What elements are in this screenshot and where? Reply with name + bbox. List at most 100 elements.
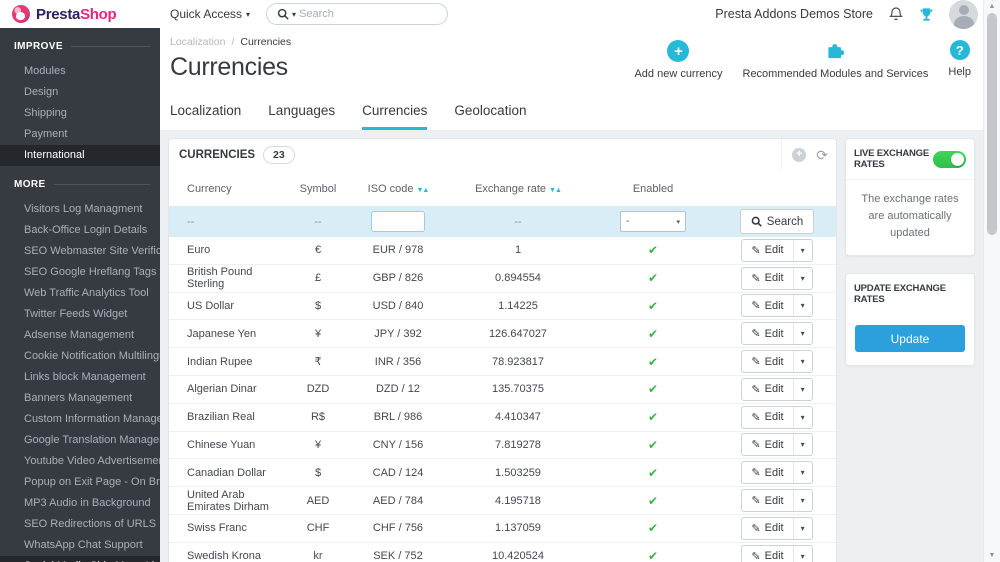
enabled-check-icon[interactable]: ✔: [648, 382, 658, 396]
sidebar-item[interactable]: Web Traffic Analytics Tool: [0, 283, 160, 304]
enabled-check-icon[interactable]: ✔: [648, 438, 658, 452]
enabled-check-icon[interactable]: ✔: [648, 549, 658, 562]
enabled-check-icon[interactable]: ✔: [648, 521, 658, 535]
notifications-bell-icon[interactable]: [888, 6, 904, 22]
sort-arrows-icon[interactable]: ▼▲: [417, 187, 430, 194]
scrollbar-up-icon[interactable]: ▲: [984, 3, 1000, 10]
sort-arrows-icon[interactable]: ▼▲: [549, 187, 562, 194]
live-rates-toggle[interactable]: [933, 150, 966, 168]
table-row: Swiss Franc CHF CHF / 756 1.137059 ✔ ✎ E…: [169, 515, 836, 543]
enabled-check-icon[interactable]: ✔: [648, 494, 658, 508]
tab[interactable]: Geolocation: [454, 103, 526, 130]
edit-dropdown-toggle[interactable]: ▾: [792, 462, 812, 484]
edit-dropdown-toggle[interactable]: ▾: [792, 434, 812, 456]
enabled-check-icon[interactable]: ✔: [648, 271, 658, 285]
edit-dropdown-toggle[interactable]: ▾: [792, 267, 812, 289]
tab[interactable]: Localization: [170, 103, 241, 130]
edit-split-button: ✎ Edit ▾: [741, 350, 813, 374]
sidebar-item[interactable]: Visitors Log Managment: [0, 199, 160, 220]
sidebar-item[interactable]: SEO Webmaster Site Verification: [0, 241, 160, 262]
prestashop-logo[interactable]: PrestaShop: [0, 5, 160, 23]
tab[interactable]: Currencies: [362, 103, 428, 130]
update-button[interactable]: Update: [855, 325, 965, 353]
sidebar-item[interactable]: Google Translation Management: [0, 430, 160, 451]
sidebar-item[interactable]: Cookie Notification Multilingual: [0, 346, 160, 367]
edit-dropdown-toggle[interactable]: ▾: [792, 490, 812, 512]
sidebar-item[interactable]: Links block Management: [0, 367, 160, 388]
store-name[interactable]: Presta Addons Demos Store: [715, 7, 873, 21]
sidebar-item[interactable]: Adsense Management: [0, 325, 160, 346]
edit-button[interactable]: ✎ Edit: [742, 351, 792, 372]
edit-button[interactable]: ✎ Edit: [742, 462, 792, 483]
enabled-check-icon[interactable]: ✔: [648, 327, 658, 341]
sidebar-item[interactable]: Popup on Exit Page - On Brows...: [0, 472, 160, 493]
global-search-input[interactable]: [299, 8, 438, 20]
enabled-check-icon[interactable]: ✔: [648, 243, 658, 257]
search-scope-caret-icon[interactable]: ▾: [292, 10, 296, 19]
edit-button[interactable]: ✎ Edit: [742, 240, 792, 261]
search-icon[interactable]: [277, 8, 289, 20]
table-search-button[interactable]: Search: [739, 209, 815, 234]
edit-dropdown-toggle[interactable]: ▾: [792, 406, 812, 428]
edit-button[interactable]: ✎ Edit: [742, 295, 792, 316]
edit-dropdown-toggle[interactable]: ▾: [792, 323, 812, 345]
sidebar-item[interactable]: Modules: [0, 61, 160, 82]
panel-refresh-icon[interactable]: ⟳: [816, 148, 828, 162]
sidebar-item[interactable]: Shipping: [0, 103, 160, 124]
iso-code-filter-input[interactable]: [371, 211, 425, 232]
sidebar-item[interactable]: MP3 Audio in Background: [0, 493, 160, 514]
edit-button[interactable]: ✎ Edit: [742, 546, 792, 562]
currency-iso-code: SEK / 752: [373, 550, 423, 562]
sidebar-item[interactable]: Design: [0, 82, 160, 103]
tab[interactable]: Languages: [268, 103, 335, 130]
enabled-check-icon[interactable]: ✔: [648, 466, 658, 480]
edit-button[interactable]: ✎ Edit: [742, 518, 792, 539]
edit-button[interactable]: ✎ Edit: [742, 407, 792, 428]
edit-dropdown-toggle[interactable]: ▾: [792, 295, 812, 317]
sidebar-item[interactable]: Banners Management: [0, 388, 160, 409]
edit-button[interactable]: ✎ Edit: [742, 323, 792, 344]
sidebar-item[interactable]: SEO Redirections of URLS: [0, 514, 160, 535]
currency-symbol: £: [314, 272, 322, 285]
enabled-filter-select[interactable]: - ▾: [620, 211, 686, 232]
sidebar-item[interactable]: International: [0, 145, 160, 166]
sidebar-section-improve: IMPROVE: [0, 28, 160, 61]
sidebar-item[interactable]: Payment: [0, 124, 160, 145]
enabled-check-icon[interactable]: ✔: [648, 299, 658, 313]
edit-dropdown-toggle[interactable]: ▾: [792, 378, 812, 400]
edit-dropdown-toggle[interactable]: ▾: [792, 517, 812, 539]
live-exchange-rates-card: LIVE EXCHANGE RATES The exchange rates a…: [845, 138, 975, 257]
panel-add-icon[interactable]: +: [792, 147, 807, 162]
add-new-currency-button[interactable]: + Add new currency: [634, 40, 723, 80]
sidebar-item[interactable]: Youtube Video Advertisement: [0, 451, 160, 472]
sidebar-item[interactable]: Custom Information Managem...: [0, 409, 160, 430]
edit-dropdown-toggle[interactable]: ▾: [792, 239, 812, 261]
sidebar-item[interactable]: SEO Google Hreflang Tags for ...: [0, 262, 160, 283]
table-row: Euro € EUR / 978 1 ✔ ✎ Edit ▾: [169, 237, 836, 265]
breadcrumb-parent[interactable]: Localization: [170, 36, 225, 48]
edit-dropdown-toggle[interactable]: ▾: [792, 545, 812, 562]
recommended-modules-button[interactable]: Recommended Modules and Services: [743, 40, 928, 80]
page-scrollbar[interactable]: ▲ ▼: [983, 0, 1000, 562]
column-header-exchange-rate[interactable]: Exchange rate ▼▲: [448, 183, 588, 195]
currency-symbol: DZD: [306, 383, 330, 396]
sidebar-item[interactable]: Twitter Feeds Widget: [0, 304, 160, 325]
edit-button[interactable]: ✎ Edit: [742, 434, 792, 455]
sidebar-item[interactable]: WhatsApp Chat Support: [0, 535, 160, 556]
edit-dropdown-toggle[interactable]: ▾: [792, 351, 812, 373]
quick-access-menu[interactable]: Quick Access ▾: [170, 7, 250, 21]
scrollbar-thumb[interactable]: [987, 13, 997, 235]
trophy-icon[interactable]: [919, 7, 934, 22]
sidebar-item[interactable]: Back-Office Login Details: [0, 220, 160, 241]
user-avatar[interactable]: [949, 0, 978, 29]
enabled-check-icon[interactable]: ✔: [648, 355, 658, 369]
edit-button[interactable]: ✎ Edit: [742, 490, 792, 511]
edit-button[interactable]: ✎ Edit: [742, 268, 792, 289]
edit-button[interactable]: ✎ Edit: [742, 379, 792, 400]
scrollbar-down-icon[interactable]: ▼: [984, 552, 1000, 559]
column-header-iso-code[interactable]: ISO code ▼▲: [348, 183, 448, 195]
filter-symbol: --: [314, 215, 322, 228]
help-button[interactable]: ? Help: [948, 40, 971, 78]
sidebar-item[interactable]: Social Media Side Menu Links: [0, 556, 160, 562]
enabled-check-icon[interactable]: ✔: [648, 410, 658, 424]
